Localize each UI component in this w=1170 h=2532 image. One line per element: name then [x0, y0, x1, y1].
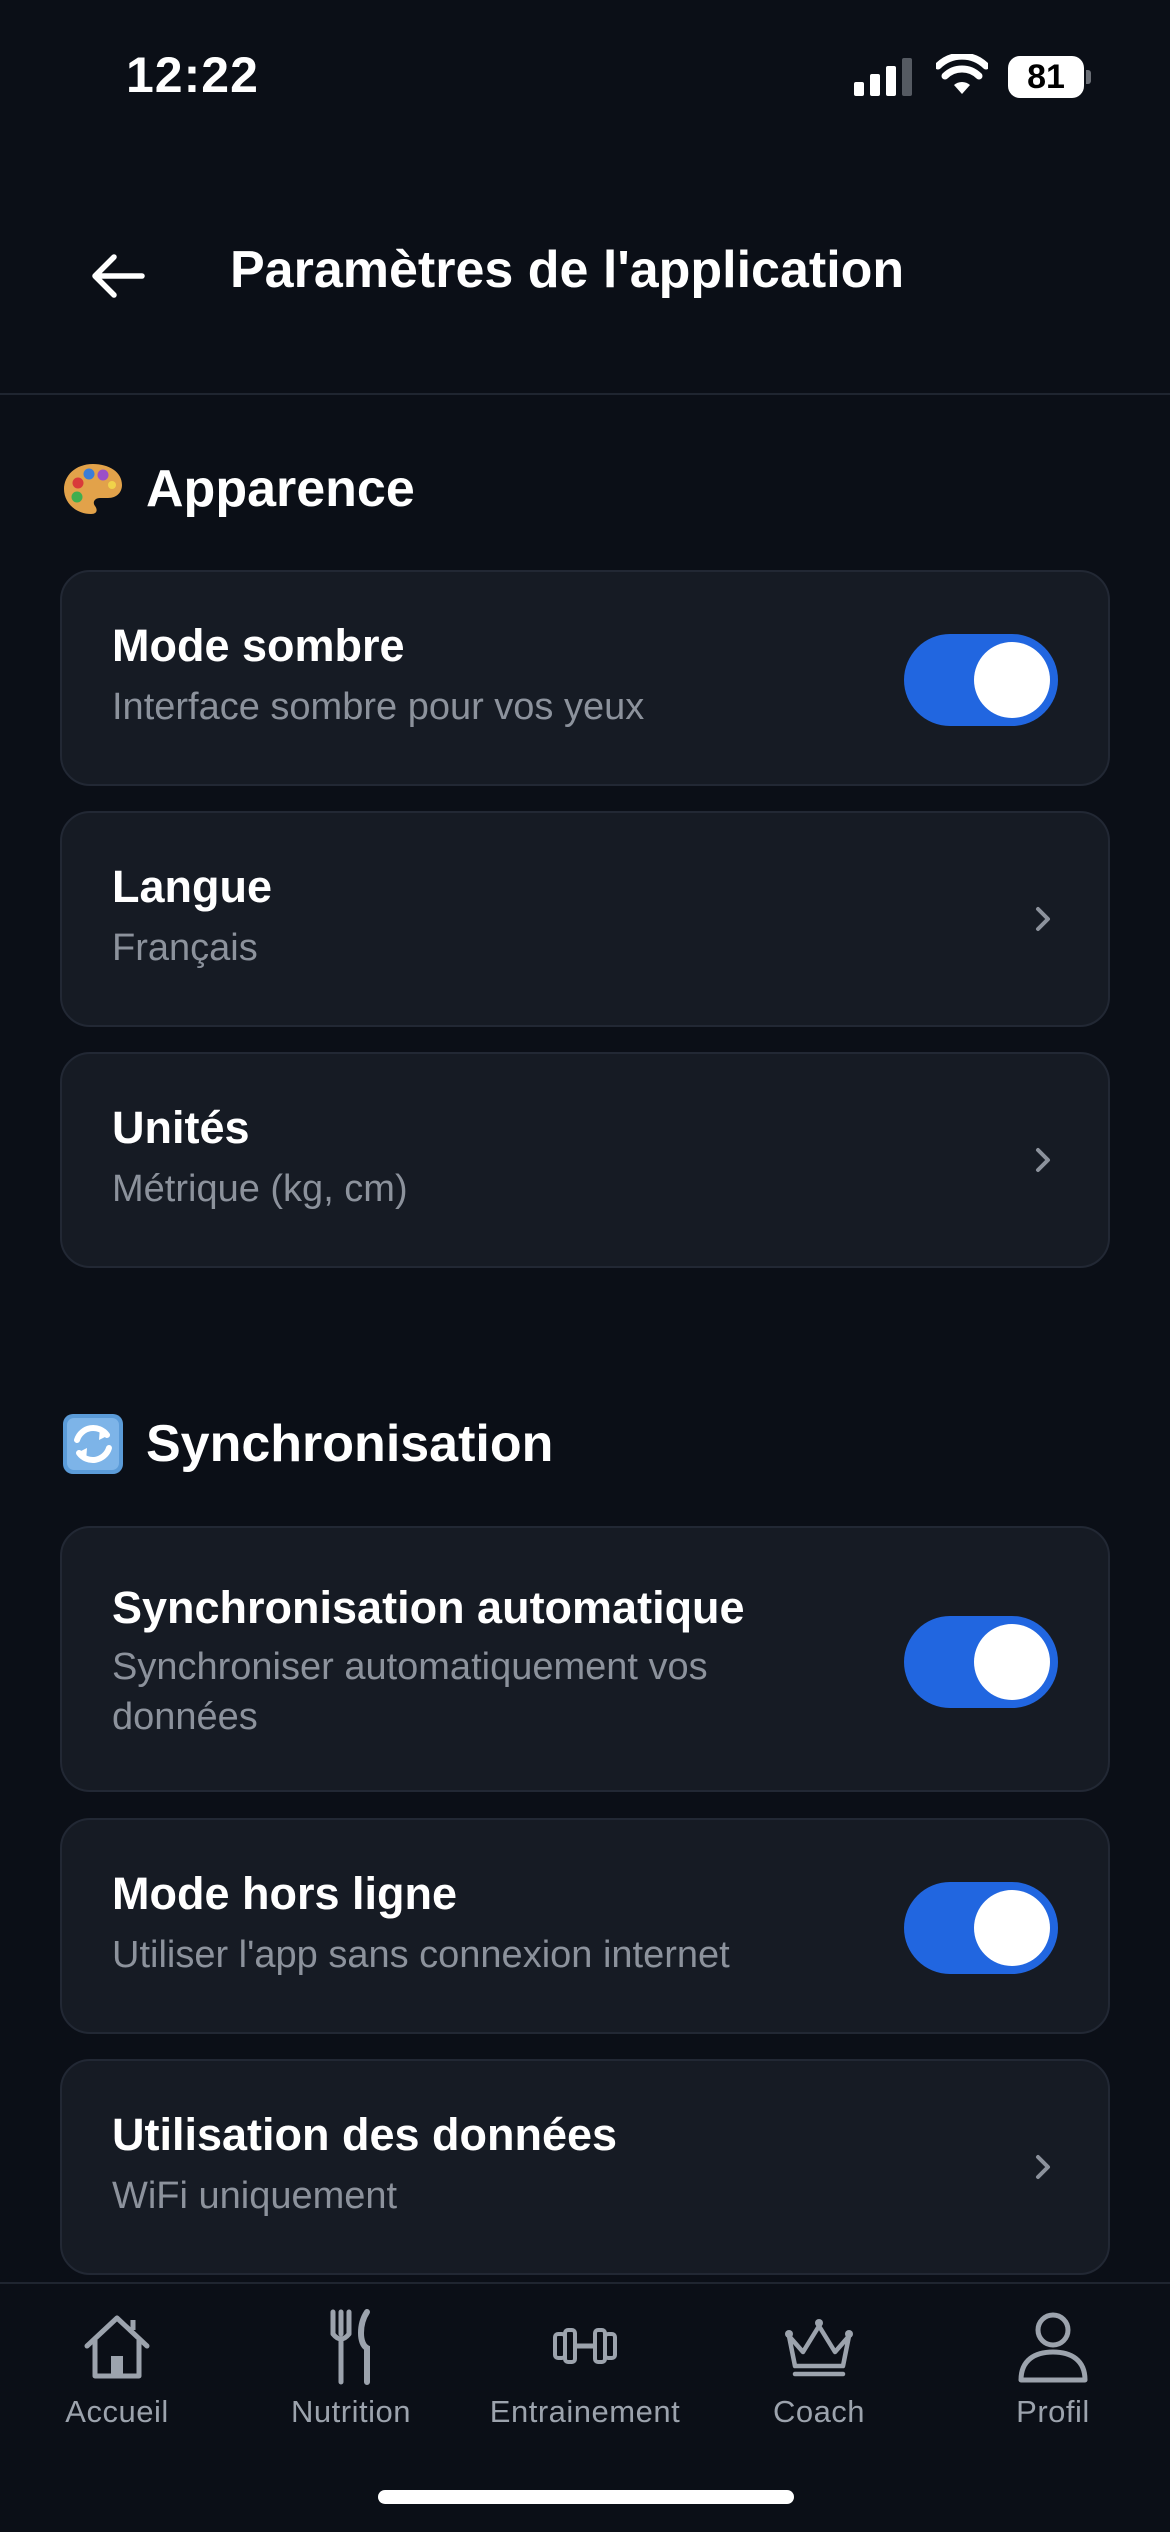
back-button[interactable]	[80, 238, 156, 314]
arrow-left-icon	[92, 254, 145, 298]
page-header: Paramètres de l'application	[0, 190, 1170, 390]
app-screen: 12:22 81 Paramètres de l'application App…	[0, 0, 1170, 2532]
nav-label: Nutrition	[291, 2394, 411, 2429]
chevron-right-icon	[1036, 2155, 1050, 2179]
setting-title: Synchronisation automatique	[112, 1582, 745, 1633]
dark-mode-toggle[interactable]	[904, 634, 1058, 726]
battery-level: 81	[1008, 56, 1084, 98]
setting-subtitle: Interface sombre pour vos yeux	[112, 686, 645, 728]
section-title-synchronisation: Synchronisation	[62, 1413, 553, 1475]
cellular-signal-icon	[854, 58, 914, 96]
status-bar: 12:22 81	[0, 0, 1170, 150]
setting-row-dark-mode[interactable]: Mode sombre Interface sombre pour vos ye…	[60, 570, 1110, 786]
setting-subtitle: Français	[112, 927, 258, 969]
offline-mode-toggle[interactable]	[904, 1882, 1058, 1974]
setting-subtitle: Synchroniser automatiquement vos données	[112, 1646, 708, 1738]
nav-item-coach[interactable]: Coach	[702, 2306, 936, 2446]
auto-sync-toggle[interactable]	[904, 1616, 1058, 1708]
nav-item-training[interactable]: Entrainement	[468, 2306, 702, 2446]
setting-title: Mode sombre	[112, 620, 405, 671]
user-icon	[1018, 2312, 1088, 2383]
section-label: Apparence	[146, 460, 415, 518]
home-icon	[84, 2315, 150, 2379]
setting-title: Mode hors ligne	[112, 1868, 458, 1919]
section-title-apparence: Apparence	[62, 458, 415, 520]
setting-row-data-usage[interactable]: Utilisation des données WiFi uniquement	[60, 2059, 1110, 2275]
nav-item-nutrition[interactable]: Nutrition	[234, 2306, 468, 2446]
battery-icon: 81	[1008, 56, 1091, 98]
nav-label: Coach	[772, 2394, 866, 2429]
crown-icon	[785, 2319, 853, 2377]
nav-item-profile[interactable]: Profil	[936, 2306, 1170, 2446]
fork-knife-icon	[330, 2309, 370, 2385]
setting-subtitle: Utiliser l'app sans connexion internet	[112, 1934, 730, 1976]
nav-item-home[interactable]: Accueil	[0, 2306, 234, 2446]
setting-subtitle: WiFi uniquement	[112, 2175, 398, 2217]
setting-title: Utilisation des données	[112, 2109, 618, 2160]
sync-arrows-icon	[62, 1413, 124, 1475]
artist-palette-icon	[62, 458, 124, 520]
setting-subtitle: Métrique (kg, cm)	[112, 1168, 408, 1210]
header-divider	[0, 393, 1170, 395]
setting-row-offline-mode[interactable]: Mode hors ligne Utiliser l'app sans conn…	[60, 1818, 1110, 2034]
dumbbell-icon	[553, 2328, 617, 2364]
setting-title: Langue	[112, 861, 273, 912]
setting-row-auto-sync[interactable]: Synchronisation automatique Synchroniser…	[60, 1526, 1110, 1792]
chevron-right-icon	[1036, 1148, 1050, 1172]
setting-title: Unités	[112, 1102, 250, 1153]
setting-row-language[interactable]: Langue Français	[60, 811, 1110, 1027]
nav-label: Accueil	[65, 2394, 169, 2429]
chevron-right-icon	[1036, 907, 1050, 931]
status-time: 12:22	[126, 47, 259, 103]
nav-label: Entrainement	[489, 2394, 681, 2429]
home-indicator	[378, 2490, 794, 2504]
setting-row-units[interactable]: Unités Métrique (kg, cm)	[60, 1052, 1110, 1268]
page-title: Paramètres de l'application	[230, 241, 905, 299]
section-label: Synchronisation	[146, 1415, 554, 1473]
nav-label: Profil	[1016, 2394, 1090, 2429]
wifi-icon	[936, 54, 988, 94]
